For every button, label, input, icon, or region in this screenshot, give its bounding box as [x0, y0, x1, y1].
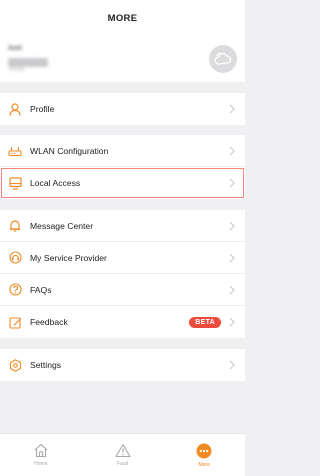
tab-fault[interactable]: Fault [82, 434, 164, 476]
menu-item-label: My Service Provider [30, 252, 107, 263]
page-title: MORE [0, 0, 245, 36]
menu-item-label: Profile [30, 104, 55, 114]
router-icon [8, 144, 22, 158]
menu-item-local-access[interactable]: Local Access [0, 167, 245, 199]
menu-item-label: Local Access [30, 178, 81, 188]
chevron-right-icon [227, 102, 237, 116]
menu-item-settings[interactable]: Settings [0, 349, 245, 381]
chevron-right-icon [227, 283, 237, 297]
avatar[interactable] [209, 45, 237, 73]
chevron-right-icon [227, 219, 237, 233]
question-icon [8, 283, 22, 297]
menu-item-label: FAQs [30, 284, 52, 295]
headset-icon [8, 251, 22, 265]
menu-item-label: Feedback [30, 317, 68, 327]
edit-icon [8, 315, 22, 329]
menu-item-profile[interactable]: Profile [0, 93, 245, 125]
tab-more[interactable]: More [163, 434, 245, 476]
menu-item-wlan-configuration[interactable]: WLAN Configuration [0, 135, 245, 167]
bell-icon [8, 219, 22, 233]
tab-label: Fault [116, 461, 129, 467]
account-subtitle: Tenda [8, 58, 48, 73]
monitor-icon [8, 176, 22, 190]
gear-icon [8, 358, 22, 372]
menu-item-faqs[interactable]: FAQs [0, 274, 245, 306]
menu-item-label: WLAN Configuration [30, 145, 109, 156]
cloud-icon [214, 52, 232, 65]
account-name: Azet [8, 45, 23, 52]
chevron-right-icon [227, 358, 237, 372]
chevron-right-icon [227, 176, 237, 190]
bottom-tab-bar: Home Fault More [0, 433, 245, 476]
menu-item-feedback[interactable]: Feedback BETA [0, 306, 245, 338]
home-icon [34, 443, 48, 458]
account-card[interactable]: Azet Tenda [0, 36, 245, 82]
tab-home[interactable]: Home [0, 434, 82, 476]
menu-item-label: Settings [30, 360, 62, 370]
warning-icon [114, 443, 131, 458]
chevron-right-icon [227, 251, 237, 265]
menu-item-label: Message Center [30, 220, 94, 231]
menu-item-my-service-provider[interactable]: My Service Provider [0, 242, 245, 274]
chevron-right-icon [227, 315, 237, 329]
menu-item-message-center[interactable]: Message Center [0, 210, 245, 242]
tab-label: More [198, 461, 210, 468]
tab-label: Home [34, 461, 48, 467]
more-icon [196, 443, 212, 458]
person-icon [8, 102, 22, 116]
beta-badge: BETA [189, 316, 221, 328]
chevron-right-icon [227, 144, 237, 158]
